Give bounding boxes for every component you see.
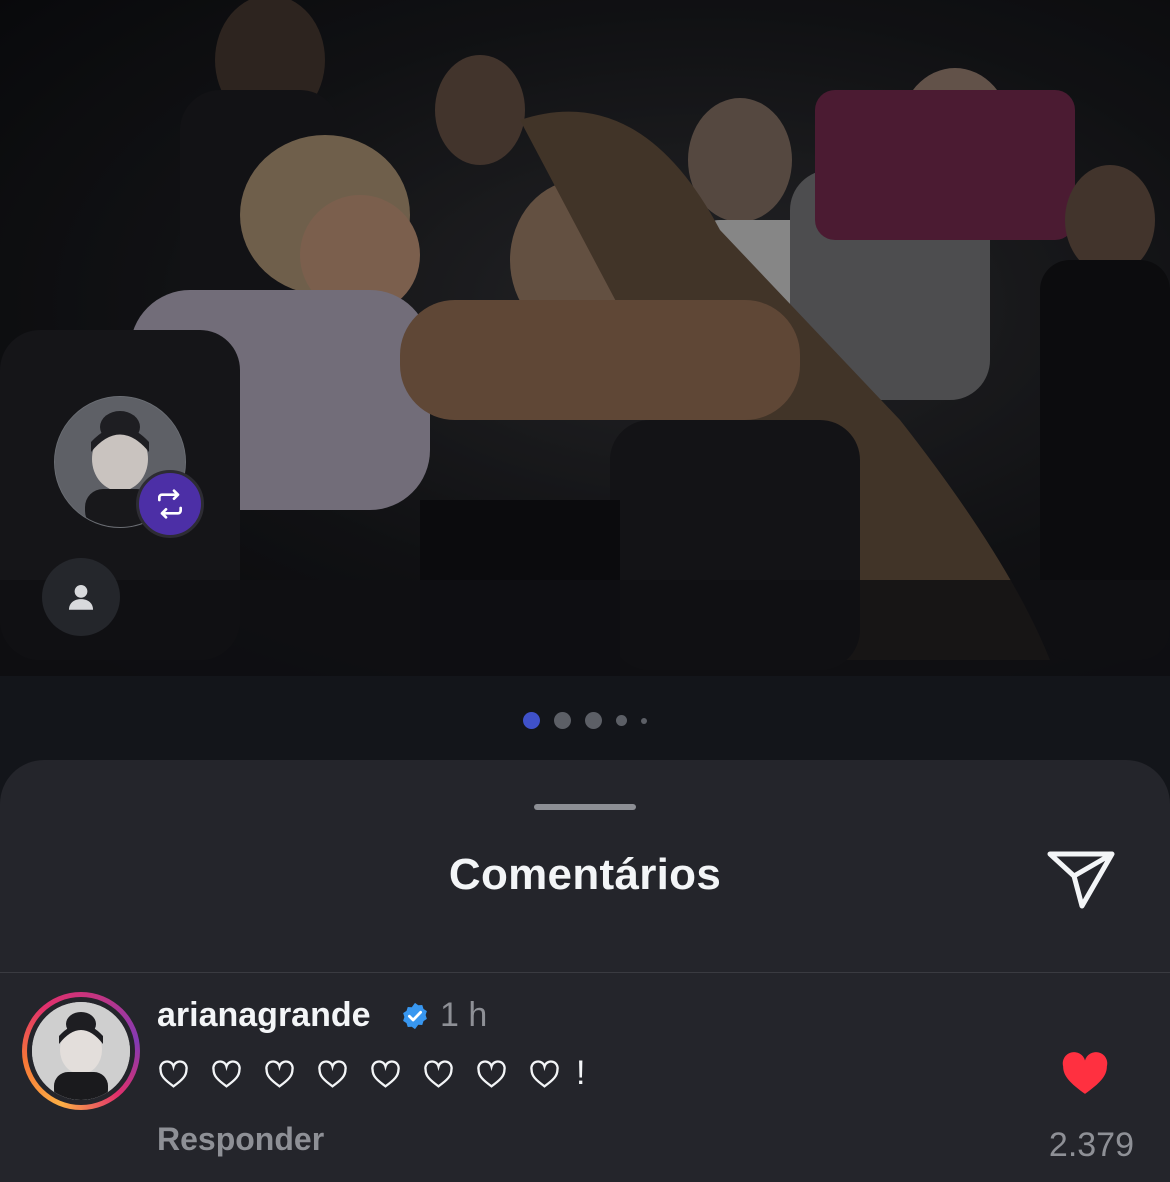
- heart-outline-icon: [265, 1059, 294, 1088]
- send-icon: [1047, 851, 1115, 909]
- carousel-dot-3: [585, 712, 602, 729]
- share-button[interactable]: [1044, 846, 1118, 912]
- carousel-dot-4: [616, 715, 627, 726]
- heart-outline-icon: [424, 1059, 453, 1088]
- user-tag-icon: [68, 584, 94, 610]
- heart-outline-icon: [530, 1059, 559, 1088]
- repost-icon: [158, 489, 182, 519]
- comments-sheet: Comentários: [0, 760, 1170, 1182]
- reply-button[interactable]: Responder: [157, 1121, 324, 1158]
- carousel-dot-1: [523, 712, 540, 729]
- heart-outline-icon: [371, 1059, 400, 1088]
- user-tag-button[interactable]: [42, 558, 120, 636]
- carousel-dot-2: [554, 712, 571, 729]
- comment-username[interactable]: arianagrande: [157, 996, 371, 1035]
- commenter-avatar: [32, 1002, 130, 1100]
- repost-badge: [136, 470, 204, 538]
- heart-outline-icon: [212, 1059, 241, 1088]
- photo-dim-overlay: [0, 0, 1170, 676]
- comment-timestamp: 1 h: [440, 996, 488, 1034]
- heart-outline-icon: [159, 1059, 188, 1088]
- sheet-divider: [0, 972, 1170, 973]
- comment-text-suffix: !: [576, 1054, 586, 1092]
- sheet-drag-handle[interactable]: [534, 804, 636, 810]
- comment-text: !: [158, 1054, 585, 1093]
- heart-outline-icon: [477, 1059, 506, 1088]
- avatar-ring-gap: [27, 997, 135, 1105]
- carousel-indicator: [0, 712, 1170, 729]
- comment-like-count: 2.379: [1048, 1126, 1134, 1164]
- heart-outline-icon: [318, 1059, 347, 1088]
- verified-badge-icon: [403, 1002, 427, 1030]
- comment-like-button[interactable]: [1060, 1050, 1110, 1096]
- heart-filled-icon: [1062, 1052, 1108, 1094]
- post-photo[interactable]: [0, 0, 1170, 676]
- sheet-title: Comentários: [448, 850, 722, 899]
- commenter-avatar-story-ring[interactable]: [22, 992, 140, 1110]
- avatar-portrait: [32, 1002, 130, 1100]
- carousel-dot-5: [641, 717, 647, 724]
